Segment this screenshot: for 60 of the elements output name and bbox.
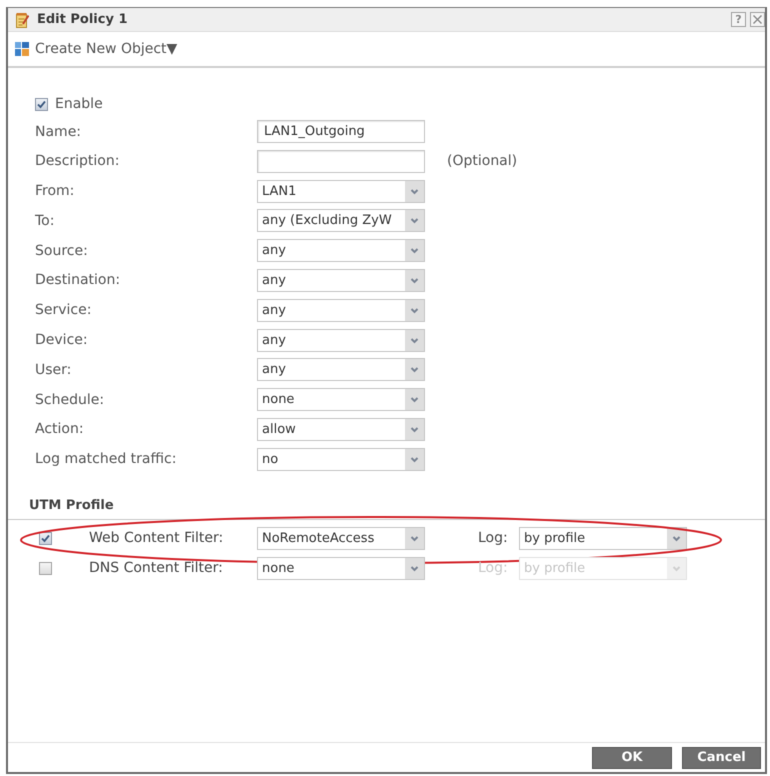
chevron-down-icon	[405, 240, 424, 262]
field-label: User:	[35, 362, 72, 378]
cancel-button[interactable]: Cancel	[682, 746, 761, 768]
chevron-down-icon	[667, 528, 686, 549]
ok-button[interactable]: OK	[592, 746, 672, 768]
checkbox[interactable]	[35, 98, 48, 110]
field-label: Description:	[35, 153, 120, 170]
chevron-down-icon	[405, 210, 424, 232]
chevron-down-icon	[405, 528, 424, 549]
section-title: UTM Profile	[29, 498, 114, 514]
window-title: Edit Policy 1	[37, 12, 128, 27]
field-label: To:	[35, 212, 54, 229]
checkmark-icon	[37, 100, 46, 108]
checkbox-label: Enable	[55, 96, 103, 112]
field-label: From:	[35, 183, 74, 200]
dropdown[interactable]: by profile	[519, 526, 687, 550]
filter-label: Web Content Filter:	[89, 530, 224, 546]
chevron-down-icon	[405, 448, 424, 470]
dropdown[interactable]: no	[257, 448, 425, 471]
field-label: Action:	[35, 421, 84, 438]
checkbox[interactable]	[39, 562, 52, 575]
text-field[interactable]: LAN1_Outgoing	[257, 120, 425, 143]
dropdown[interactable]: NoRemoteAccess	[257, 526, 425, 550]
optional-note: (Optional)	[447, 153, 518, 170]
blocks-icon	[15, 42, 29, 56]
chevron-down-icon	[405, 389, 424, 410]
chevron-down-icon	[405, 418, 424, 440]
note-icon	[16, 12, 29, 28]
filter-label: DNS Content Filter:	[89, 560, 224, 576]
field-label: Source:	[35, 242, 88, 259]
chevron-down-icon	[405, 270, 424, 291]
field-label: Destination:	[35, 272, 120, 288]
dropdown[interactable]: any (Excluding ZyW	[257, 209, 425, 232]
chevron-down-icon	[405, 558, 424, 579]
checkmark-icon	[41, 534, 50, 543]
chevron-down-icon	[405, 359, 424, 380]
chevron-down-icon	[667, 558, 686, 579]
close-button[interactable]	[750, 12, 765, 27]
chevron-down-icon	[405, 180, 424, 202]
dropdown[interactable]: any	[257, 358, 425, 382]
dropdown[interactable]: none	[257, 556, 425, 580]
close-icon	[753, 15, 762, 24]
chevron-down-icon	[405, 300, 424, 321]
dropdown[interactable]: any	[257, 268, 425, 292]
chevron-down-icon	[405, 330, 424, 351]
dropdown[interactable]: any	[257, 239, 425, 262]
dropdown[interactable]: any	[257, 328, 425, 352]
dropdown[interactable]: none	[257, 388, 425, 412]
text-field[interactable]	[257, 150, 425, 173]
log-label: Log:	[478, 560, 509, 576]
field-label: Schedule:	[35, 392, 104, 408]
field-label: Service:	[35, 302, 92, 318]
create-object-menu[interactable]: Create New Object▼	[8, 41, 178, 57]
dropdown[interactable]: LAN1	[257, 180, 425, 203]
field-label: Device:	[35, 332, 88, 348]
field-label: Name:	[35, 124, 82, 140]
dropdown[interactable]: any	[257, 298, 425, 322]
field-label: Log matched traffic:	[35, 451, 176, 468]
dropdown[interactable]: allow	[257, 418, 425, 441]
log-label: Log:	[478, 530, 509, 546]
